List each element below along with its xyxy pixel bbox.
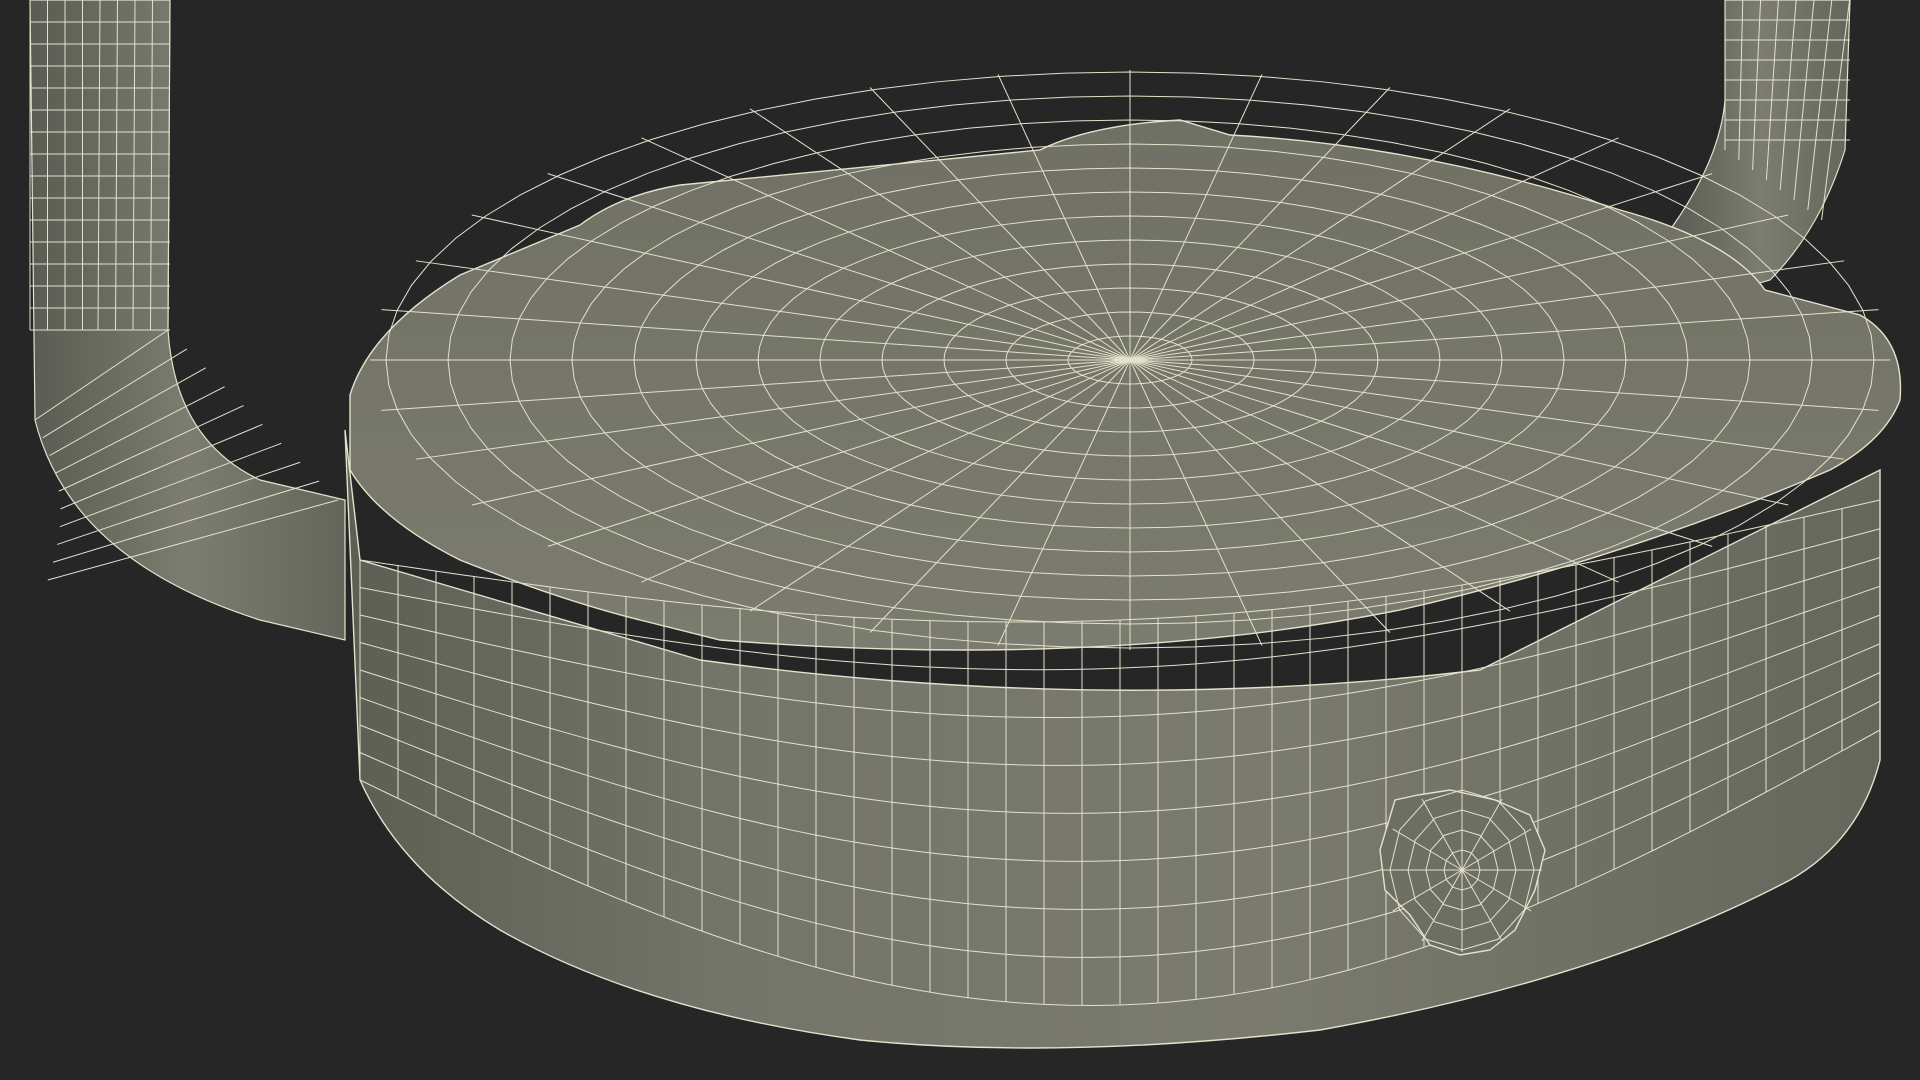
body-top-face [349,119,1902,651]
left-handle-tube [29,0,346,641]
wireframe-scene [29,0,1902,1049]
render-viewport [0,0,1920,1080]
